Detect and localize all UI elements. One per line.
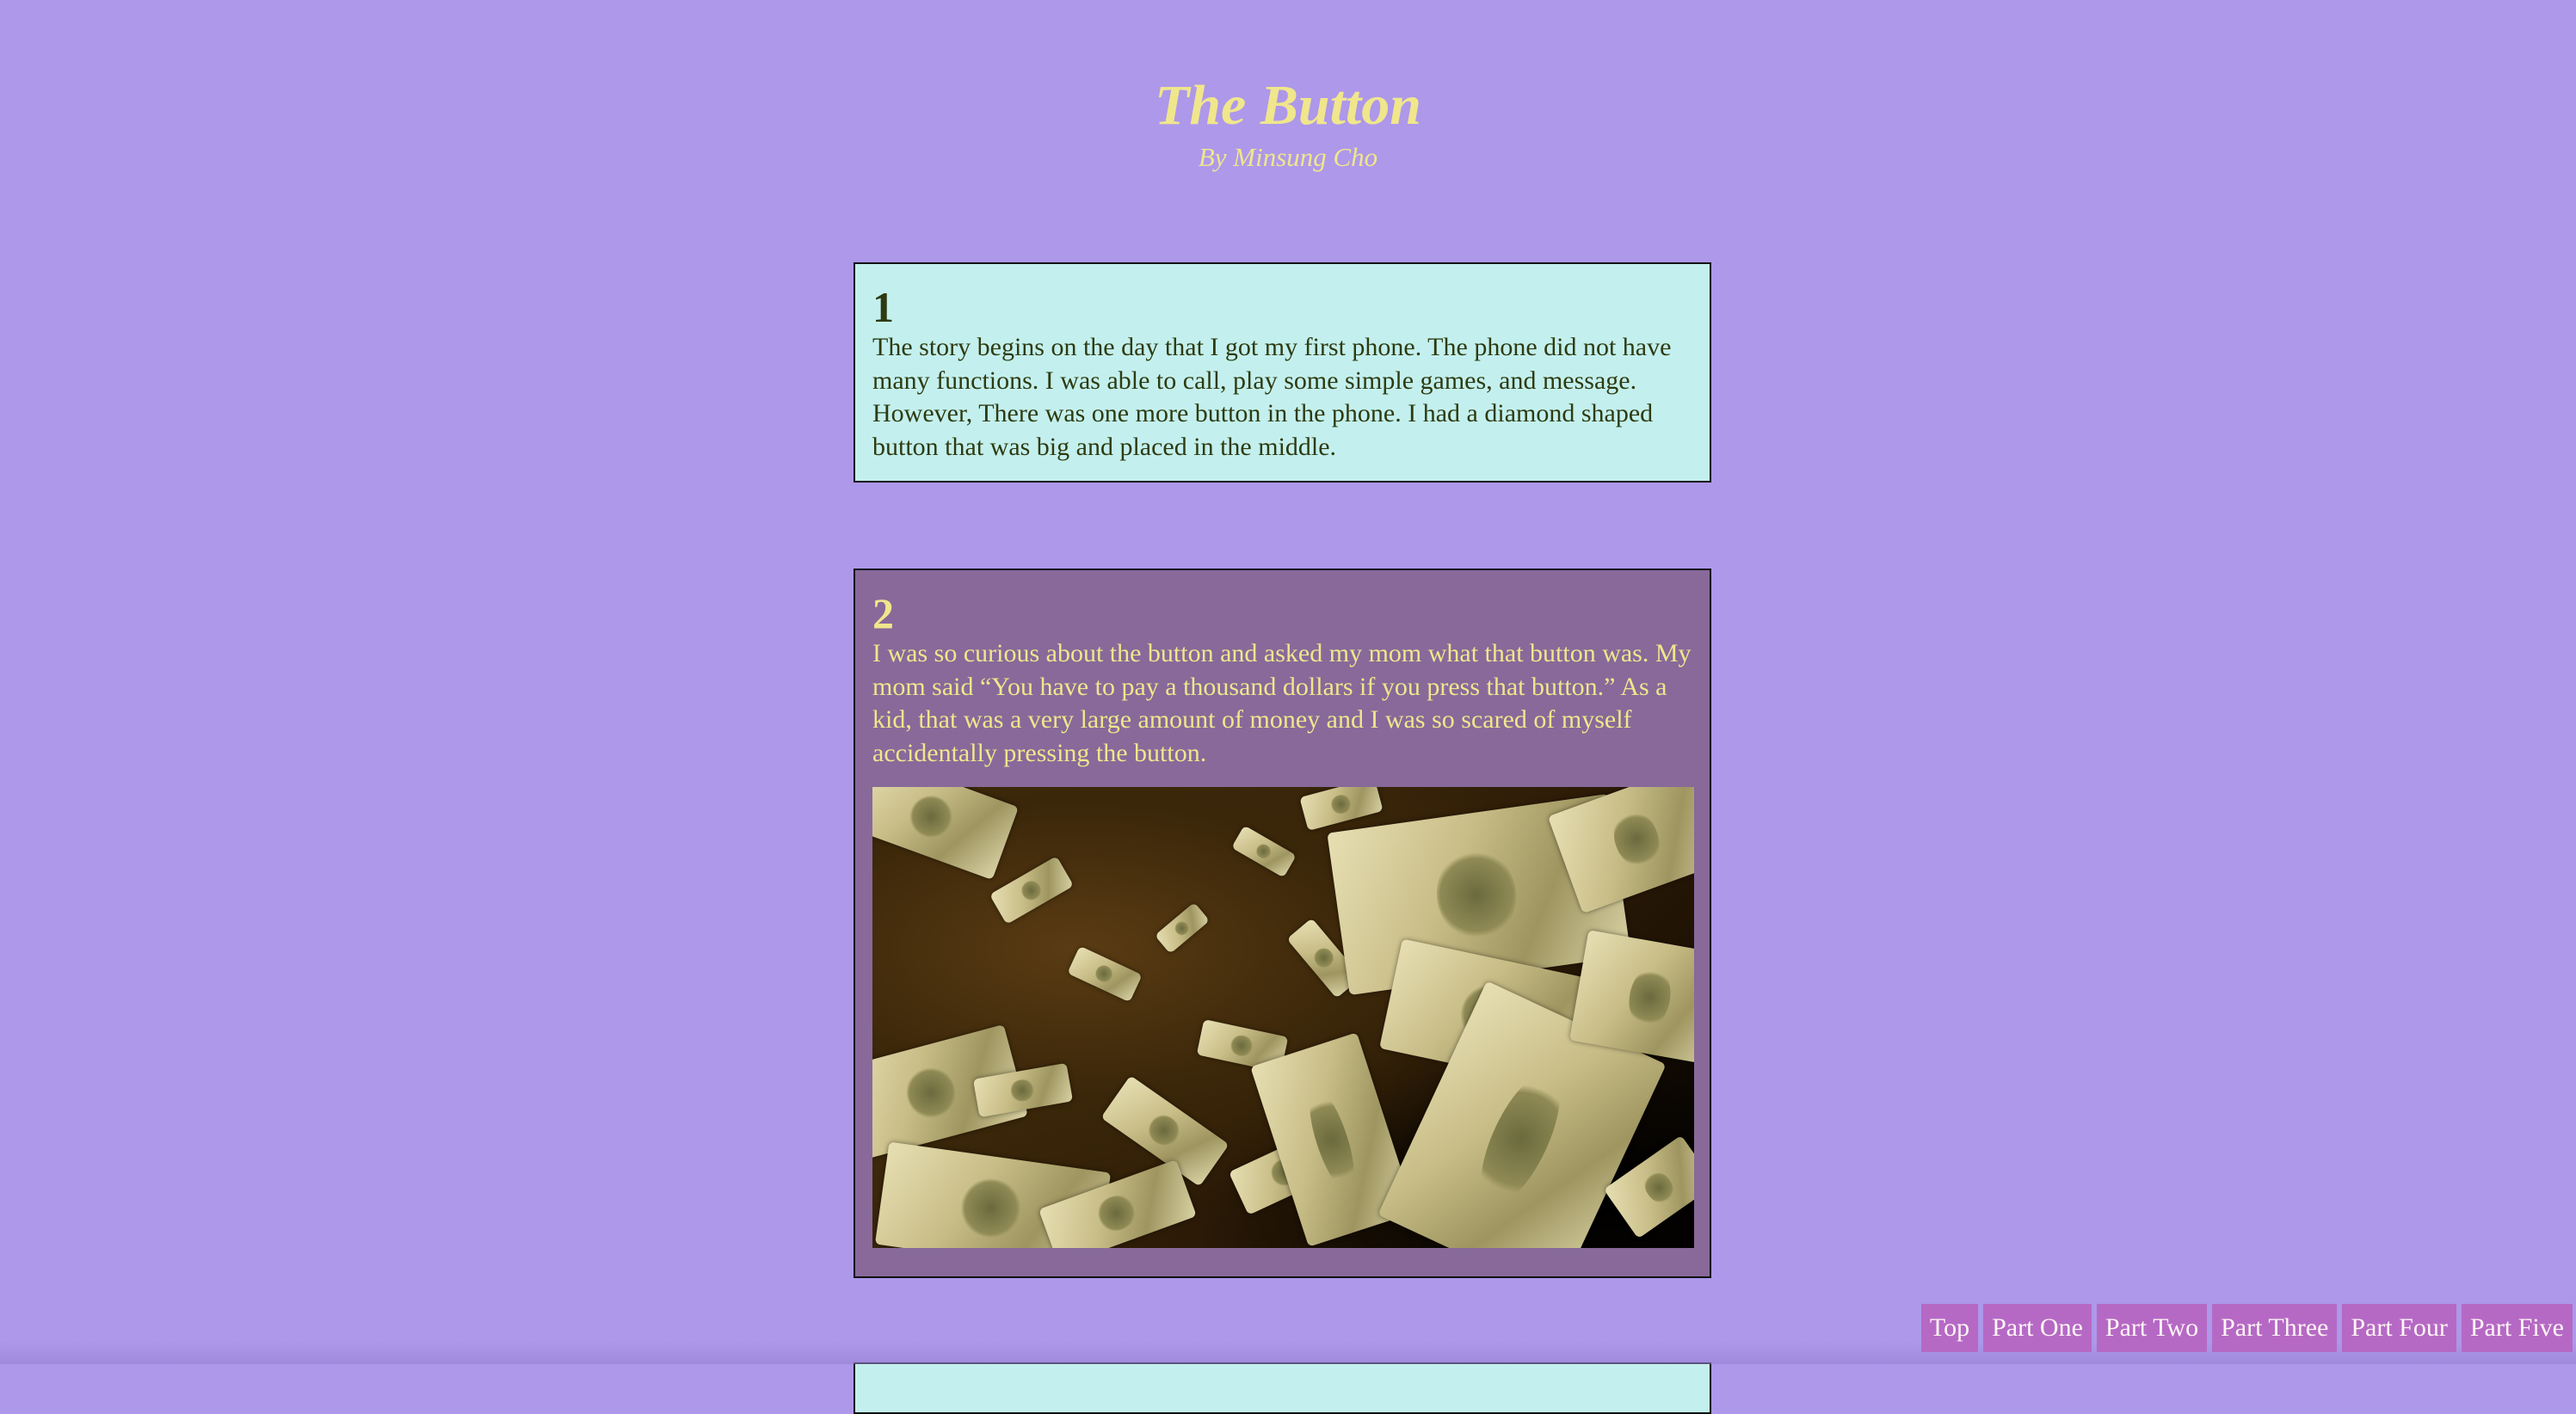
section-number: 1 (872, 283, 894, 331)
author-byline: By Minsung Cho (1198, 142, 1378, 172)
story-section-3 (854, 1362, 1711, 1414)
section-number: 2 (872, 589, 894, 637)
nav-part-two-button[interactable]: Part Two (2096, 1304, 2208, 1352)
nav-part-one-button[interactable]: Part One (1983, 1304, 2092, 1352)
story-section-2: 2 I was so curious about the button and … (854, 569, 1711, 1278)
dollar-bill (872, 787, 1019, 881)
falling-money-image (872, 787, 1694, 1248)
dollar-bill (1231, 825, 1297, 878)
page-title: The Button (1155, 74, 1421, 137)
nav-part-three-button[interactable]: Part Three (2212, 1304, 2338, 1352)
section-text: The story begins on the day that I got m… (872, 333, 1672, 461)
nav-part-four-button[interactable]: Part Four (2342, 1304, 2456, 1352)
dollar-bill (1299, 787, 1384, 831)
nav-part-five-button[interactable]: Part Five (2461, 1304, 2573, 1352)
nav-top-button[interactable]: Top (1920, 1304, 1979, 1352)
dollar-bill (1067, 945, 1143, 1003)
dollar-bill (1155, 901, 1210, 955)
section-nav: Top Part One Part Two Part Three Part Fo… (1920, 1304, 2573, 1352)
dollar-bill (989, 856, 1074, 925)
story-section-1: 1 The story begins on the day that I got… (854, 262, 1711, 483)
section-text: I was so curious about the button and as… (872, 639, 1692, 767)
